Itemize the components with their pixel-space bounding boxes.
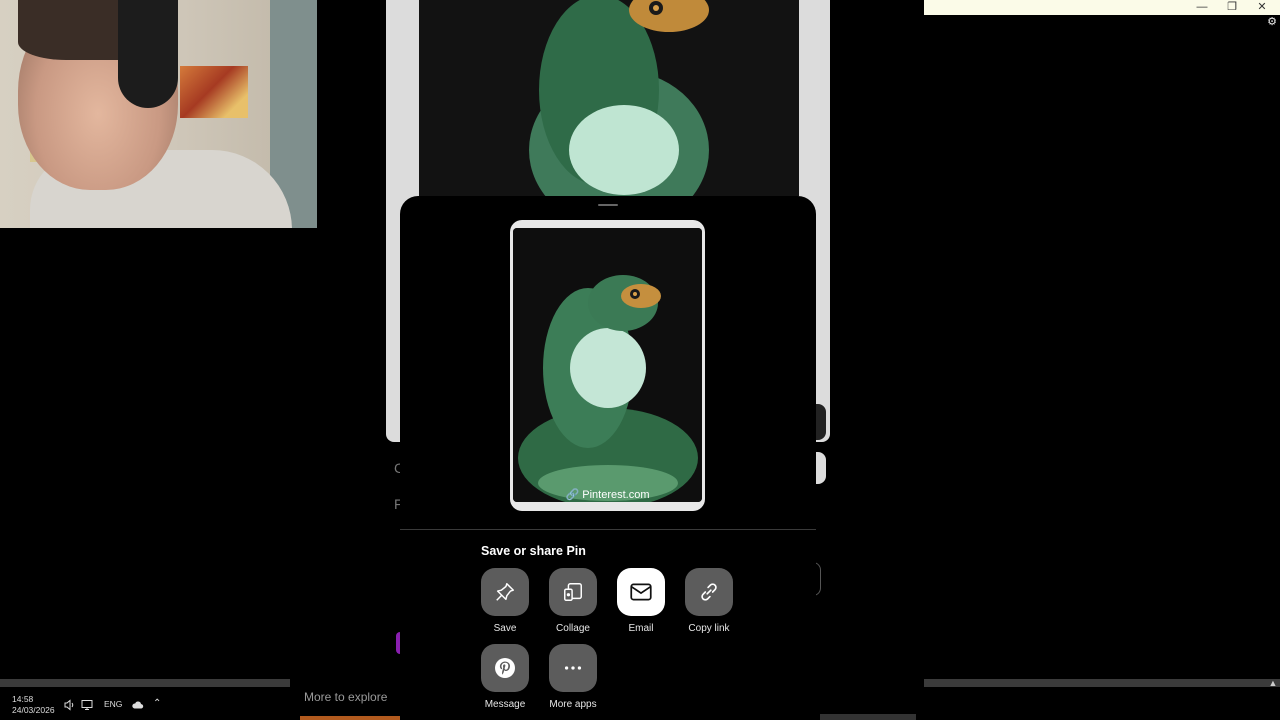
more-apps-label: More apps: [549, 699, 597, 710]
cloud-icon[interactable]: [131, 698, 144, 710]
pin-source-label: 🔗 Pinterest.com: [510, 488, 705, 501]
close-button[interactable]: ✕: [1247, 0, 1277, 15]
background-button-fragment: [816, 452, 826, 484]
pin-icon: [496, 583, 514, 601]
pin-preview-card: [510, 220, 705, 511]
minimize-button[interactable]: —: [1187, 0, 1217, 15]
link-icon: [701, 583, 717, 601]
more-to-explore-heading: More to explore: [304, 690, 388, 704]
share-sheet-title: Save or share Pin: [481, 544, 586, 558]
divider: [400, 529, 816, 530]
copy-link-label: Copy link: [688, 623, 730, 634]
copy-link-button[interactable]: [685, 568, 733, 616]
chevron-up-icon[interactable]: ▲: [1268, 678, 1278, 688]
email-button[interactable]: [617, 568, 665, 616]
restore-button[interactable]: ❐: [1217, 0, 1247, 15]
speaker-icon[interactable]: [64, 698, 76, 711]
gear-icon[interactable]: ⚙: [1266, 16, 1278, 28]
network-icon[interactable]: [81, 698, 93, 710]
scrollbar-track[interactable]: [924, 679, 1280, 687]
clock-date[interactable]: 24/03/2026: [12, 705, 55, 715]
taskbar: 14:58 24/03/2026 ENG ⌃: [0, 688, 290, 720]
more-apps-button[interactable]: [549, 644, 597, 692]
language-indicator[interactable]: ENG: [104, 699, 122, 709]
message-button[interactable]: [481, 644, 529, 692]
collage-icon: [564, 583, 582, 601]
mail-icon: [630, 583, 652, 601]
more-dots-icon: [564, 666, 582, 670]
chevron-up-icon[interactable]: ⌃: [153, 698, 163, 710]
scrollbar-track[interactable]: [0, 679, 290, 687]
link-icon: 🔗: [565, 489, 580, 501]
pin-image: [419, 0, 799, 196]
collage-button[interactable]: [549, 568, 597, 616]
feed-thumbnail-fragment: [300, 716, 400, 720]
webcam-overlay: [0, 0, 317, 228]
feed-thumbnail-fragment: [820, 714, 916, 720]
clock-time[interactable]: 14:58: [12, 694, 33, 704]
window-title-bar: — ❐ ✕: [924, 0, 1280, 15]
pinterest-logo-icon: [495, 658, 515, 678]
pin-preview-image: [513, 228, 702, 502]
save-button[interactable]: [481, 568, 529, 616]
pin-source-text: Pinterest.com: [582, 489, 650, 501]
sheet-drag-handle[interactable]: [598, 204, 618, 206]
